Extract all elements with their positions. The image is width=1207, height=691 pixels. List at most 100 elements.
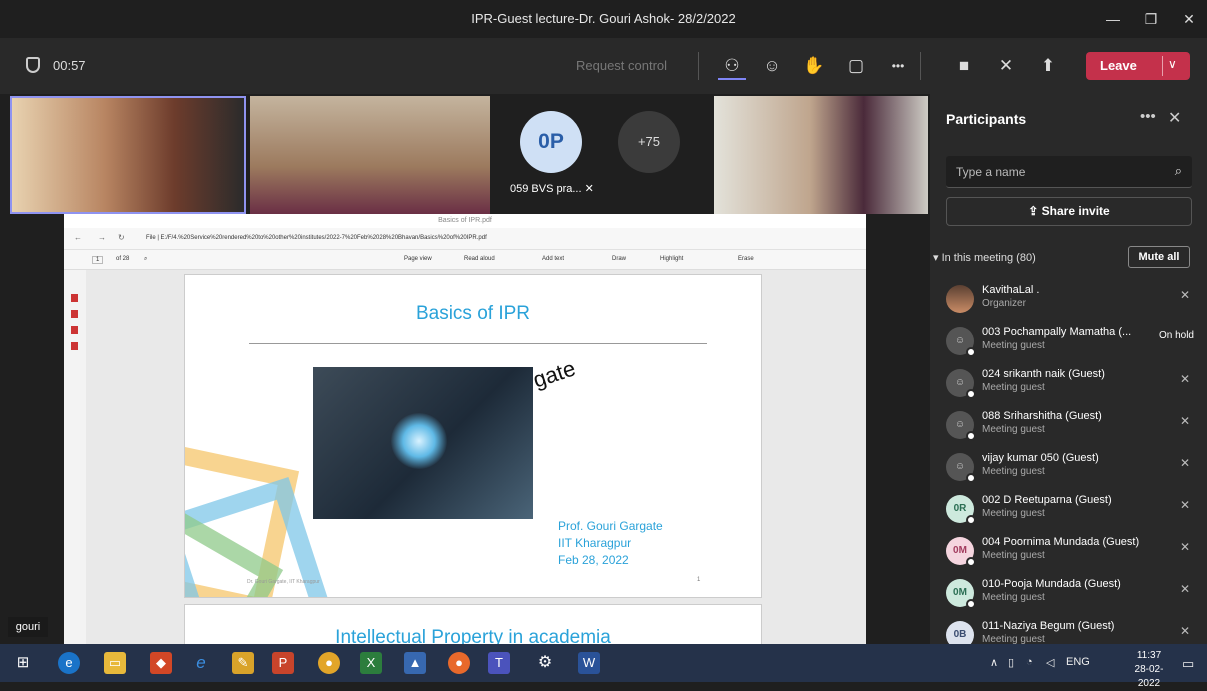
language-indicator[interactable]: ENG [1066,656,1090,668]
participant-row[interactable]: ☺ 088 Sriharshitha (Guest) Meeting guest… [944,406,1194,448]
participant-row[interactable]: KavithaLal . Organizer ✕ [944,280,1194,322]
refresh-icon[interactable]: ↻ [118,233,125,242]
pdf-file-icon[interactable] [71,326,78,334]
panel-title: Participants [946,111,1027,127]
address-url[interactable]: File | E:/F/4.%20Service%20rendered%20to… [146,235,487,241]
excel-icon[interactable]: X [360,652,382,674]
toolbar-divider [920,52,921,80]
mute-all-button[interactable]: Mute all [1128,246,1190,268]
leave-options-chevron[interactable]: ∨ [1168,57,1177,71]
video-tile-participant[interactable] [250,96,490,214]
rooms-icon[interactable]: ▢ [842,52,870,80]
share-invite-button[interactable]: ⇪ Share invite [946,197,1192,226]
mic-muted-icon: ✕ [1179,624,1190,638]
search-icon[interactable]: ⌕ [144,256,147,263]
participant-row[interactable]: 0B 011-Naziya Begum (Guest) Meeting gues… [944,616,1194,644]
maximize-button[interactable]: ❐ [1136,6,1166,32]
participant-role: Meeting guest [982,340,1045,351]
toolbar-divider [698,52,699,80]
teams-icon[interactable]: T [488,652,510,674]
tray-chevron-icon[interactable]: ∧ [990,656,998,669]
file-explorer-icon[interactable]: ▭ [104,652,126,674]
erase-button[interactable]: Erase [738,256,754,262]
anydesk-icon[interactable]: ◆ [150,652,172,674]
settings-icon[interactable]: ⚙ [534,652,556,674]
page-number-input[interactable]: 1 [92,256,104,264]
overflow-participants-button[interactable]: +75 [618,111,680,173]
shield-icon [26,57,40,73]
participant-name: 024 srikanth naik (Guest) [982,368,1105,380]
search-icon[interactable]: ⌕ [1175,163,1182,179]
wifi-icon[interactable]: ◔ [1026,656,1033,668]
battery-icon[interactable]: ▯ [1008,656,1014,669]
participant-name: 002 D Reetuparna (Guest) [982,494,1112,506]
video-tile-participant[interactable] [714,96,928,214]
mic-muted-icon: ✕ [1179,372,1190,386]
highlight-button[interactable]: Highlight [660,256,683,262]
back-icon[interactable]: ← [74,233,82,242]
participant-name: KavithaLal . [982,284,1040,296]
participant-row[interactable]: 0M 010-Pooja Mundada (Guest) Meeting gue… [944,574,1194,616]
page-count: of 28 [116,256,130,262]
close-window-button[interactable]: ✕ [1174,6,1204,32]
draw-button[interactable]: Draw [612,256,626,262]
participant-search-input[interactable]: Type a name ⌕ [946,156,1192,188]
notifications-icon[interactable]: ▭ [1182,656,1194,672]
participant-name: 003 Pochampally Mamatha (... [982,326,1132,338]
mic-muted-icon[interactable]: ✕ [992,52,1020,80]
camera-icon[interactable]: ■ [950,52,978,80]
request-control-button[interactable]: Request control [576,58,667,73]
image-glow [391,413,447,469]
edge-icon[interactable]: e [58,652,80,674]
photos-icon[interactable]: ▲ [404,652,426,674]
participant-row[interactable]: ☺ vijay kumar 050 (Guest) Meeting guest … [944,448,1194,490]
chat-icon[interactable]: ☺ [758,52,786,80]
minimize-button[interactable]: — [1098,6,1128,32]
more-actions-button[interactable]: ••• [884,52,912,80]
pdf-file-icon[interactable] [71,310,78,318]
panel-more-button[interactable]: ••• [1140,108,1156,125]
leave-divider [1162,56,1163,76]
clock-date: 28-02-2022 [1134,664,1164,689]
forward-icon[interactable]: → [98,233,106,242]
paint-icon[interactable]: ✎ [232,652,254,674]
read-aloud-button[interactable]: Read aloud [464,256,495,262]
start-icon[interactable]: ⊞ [12,652,34,674]
leave-button[interactable]: Leave ∨ [1086,52,1190,80]
window-title-bar: IPR-Guest lecture-Dr. Gouri Ashok- 28/2/… [0,0,1207,38]
in-meeting-header[interactable]: ▾ In this meeting (80) [933,251,1036,264]
participant-row[interactable]: ☺ 024 srikanth naik (Guest) Meeting gues… [944,364,1194,406]
panel-close-button[interactable]: ✕ [1168,108,1181,128]
mic-muted-icon: ✕ [1179,288,1190,302]
participant-name: 011-Naziya Begum (Guest) [982,620,1115,632]
participant-role: Organizer [982,298,1026,309]
share-content-icon[interactable]: ⬆ [1034,52,1062,80]
participant-row[interactable]: 0M 004 Poornima Mundada (Guest) Meeting … [944,532,1194,574]
reactions-icon[interactable]: ✋ [800,52,828,80]
internet-explorer-icon[interactable]: e [190,652,212,674]
system-clock[interactable]: 11:37 28-02-2022 [1124,649,1174,691]
word-icon[interactable]: W [578,652,600,674]
share-invite-label: Share invite [1041,204,1110,218]
browser-address-bar[interactable]: ← → ↻ File | E:/F/4.%20Service%20rendere… [64,228,866,250]
pdf-file-icon[interactable] [71,294,78,302]
participant-row[interactable]: 0R 002 D Reetuparna (Guest) Meeting gues… [944,490,1194,532]
participant-row[interactable]: ☺ 003 Pochampally Mamatha (... Meeting g… [944,322,1194,364]
firefox-icon[interactable]: ● [448,652,470,674]
add-text-button[interactable]: Add text [542,256,564,262]
video-feed [250,96,490,214]
participant-role: Meeting guest [982,550,1045,561]
participants-icon[interactable]: ⚇ [718,52,746,80]
mic-muted-icon: ✕ [1179,582,1190,596]
powerpoint-icon[interactable]: P [272,652,294,674]
participant-name: 004 Poornima Mundada (Guest) [982,536,1140,548]
chrome-icon[interactable]: ● [318,652,340,674]
volume-icon[interactable]: ◁ [1046,656,1054,669]
participant-avatar[interactable]: 0P [520,111,582,173]
video-tile-speaker[interactable] [10,96,246,214]
slide-image [313,367,533,519]
participant-role: Meeting guest [982,424,1045,435]
pdf-file-icon[interactable] [71,342,78,350]
page-view-button[interactable]: Page view [404,256,432,262]
slide-page-1: Basics of IPR rgate Prof. Gouri Gargate … [184,274,762,598]
